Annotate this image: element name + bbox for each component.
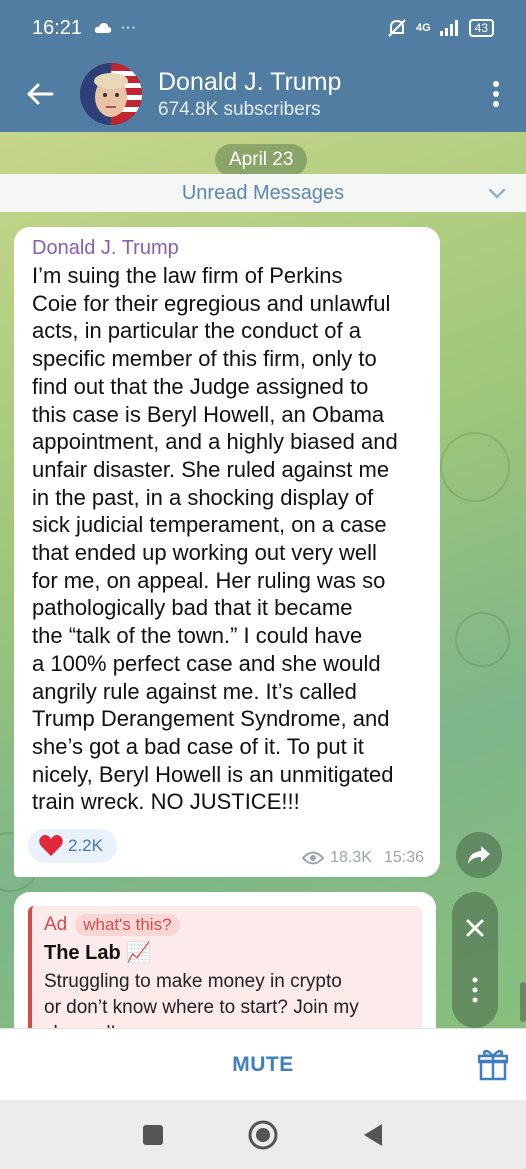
arrow-left-icon (27, 83, 54, 105)
message-text: I’m suing the law firm of Perkins Coie f… (32, 263, 398, 815)
bottom-bar: MUTE (0, 1028, 526, 1100)
subscriber-count: 674.8K subscribers (158, 98, 321, 120)
network-label: 4G (415, 22, 431, 34)
avatar[interactable] (80, 63, 142, 125)
view-count: 18.3K (330, 849, 372, 866)
message-meta: 18.3K 15:36 (302, 849, 424, 867)
unread-messages-bar: Unread Messages (0, 174, 526, 212)
home-button[interactable] (247, 1119, 279, 1151)
sponsored-message[interactable]: Ad what's this? The Lab 📈 Struggling to … (14, 892, 436, 1028)
ad-text: Struggling to make money in crypto or do… (44, 971, 359, 1028)
back-nav-button[interactable] (361, 1122, 385, 1148)
close-icon[interactable] (465, 918, 485, 938)
ad-title: The Lab 📈 (44, 942, 152, 964)
whats-this-button[interactable]: what's this? (75, 914, 180, 936)
cloud-icon (94, 23, 112, 33)
channel-info[interactable]: Donald J. Trump 674.8K subscribers (158, 68, 341, 121)
message-bubble[interactable]: Donald J. Trump I’m suing the law firm o… (14, 227, 440, 877)
channel-title: Donald J. Trump (158, 67, 342, 96)
background-doodle (455, 612, 510, 667)
eye-icon (302, 851, 325, 865)
status-time: 16:21 (32, 16, 83, 39)
signal-icon (439, 20, 458, 36)
gift-icon[interactable] (478, 1049, 508, 1081)
background-doodle (440, 432, 510, 502)
mute-bell-icon (388, 19, 406, 37)
date-pill: April 23 (215, 144, 308, 176)
reaction-button[interactable]: 2.2K (28, 829, 117, 863)
message-sender: Donald J. Trump (32, 237, 179, 259)
system-nav-bar (0, 1100, 526, 1169)
more-vertical-icon[interactable] (472, 977, 478, 1003)
message-time: 15:36 (383, 849, 424, 866)
chevron-down-icon[interactable] (486, 182, 508, 204)
status-bar: 16:21 ··· 4G 43 (0, 0, 526, 56)
heart-icon (39, 835, 63, 856)
share-arrow-icon (468, 846, 490, 864)
chat-area[interactable]: April 23 Unread Messages Donald J. Trump… (0, 132, 526, 1028)
more-vertical-icon (493, 81, 499, 107)
status-dots: ··· (120, 19, 137, 36)
reaction-count: 2.2K (68, 836, 103, 855)
back-button[interactable] (0, 56, 80, 132)
share-button[interactable] (456, 832, 502, 878)
more-menu-button[interactable] (466, 56, 526, 132)
unread-label: Unread Messages (181, 181, 345, 204)
scrollbar[interactable] (520, 982, 526, 1022)
battery-indicator: 43 (468, 19, 494, 37)
avatar-image (80, 63, 142, 125)
mute-button[interactable]: MUTE (232, 1053, 294, 1077)
recents-button[interactable] (141, 1123, 165, 1147)
ad-actions (452, 892, 498, 1028)
ad-label: Ad (44, 914, 68, 935)
chat-header: Donald J. Trump 674.8K subscribers (0, 56, 526, 132)
